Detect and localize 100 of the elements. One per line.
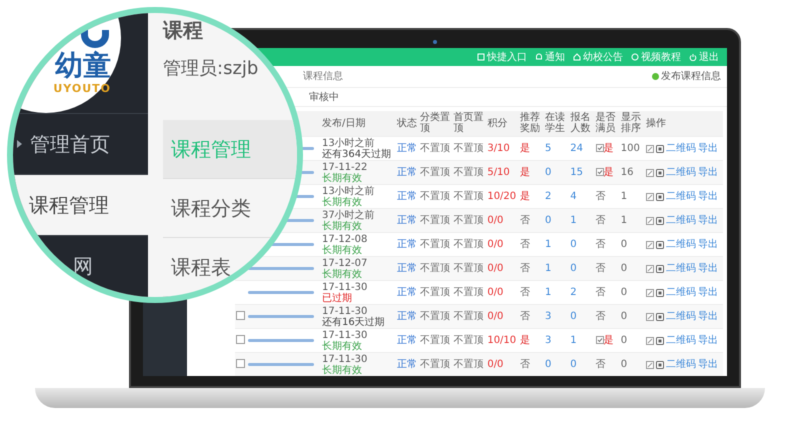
flag-text: 否 <box>596 239 606 250</box>
status-link[interactable]: 正常 <box>396 143 417 154</box>
column-header: 在读学生 <box>544 110 570 136</box>
action-link[interactable]: 二维码 <box>666 311 696 322</box>
status-link[interactable]: 正常 <box>396 239 417 250</box>
section-title: 课程信息 <box>303 70 343 84</box>
table-cell-text: 不置顶 <box>454 359 484 370</box>
action-link[interactable]: 二维码 <box>666 191 696 202</box>
action-link[interactable]: 导出 <box>698 215 718 226</box>
count-link[interactable]: 1 <box>570 335 577 346</box>
action-link[interactable]: 导出 <box>698 311 718 322</box>
status-link[interactable]: 正常 <box>396 287 417 298</box>
top-link[interactable]: 快捷入口 <box>477 50 527 64</box>
action-link[interactable]: 导出 <box>698 239 718 250</box>
row-checkbox[interactable] <box>236 358 245 368</box>
count-link[interactable]: 0 <box>570 239 577 250</box>
count-link[interactable]: 15 <box>570 167 583 178</box>
count-link[interactable]: 3 <box>545 311 552 322</box>
sidebar-item[interactable]: 网 <box>13 235 148 296</box>
row-checkbox[interactable] <box>236 310 245 320</box>
table-cell-text: 不置顶 <box>420 335 450 346</box>
date-text: 17-12-07 <box>322 258 368 268</box>
points-text: 10/20 <box>487 191 516 202</box>
validity-text: 已过期 <box>322 292 353 304</box>
date-text: 13小时之前 <box>322 138 375 148</box>
count-link[interactable]: 0 <box>570 311 577 322</box>
action-link[interactable]: 导出 <box>698 191 718 202</box>
count-link[interactable]: 0 <box>570 359 577 370</box>
top-link[interactable]: 视频教程 <box>631 50 681 64</box>
count-link[interactable]: 1 <box>545 239 552 250</box>
count-link[interactable]: 4 <box>570 191 577 202</box>
edit-icon <box>646 144 654 152</box>
recommend-text: 否 <box>520 311 530 322</box>
flag-text: 是 <box>604 335 614 346</box>
status-link[interactable]: 正常 <box>396 359 417 370</box>
table-cell-text: 0 <box>620 359 628 370</box>
flag-text: 否 <box>596 191 606 202</box>
status-link[interactable]: 正常 <box>396 335 417 346</box>
validity-text: 长期有效 <box>322 244 363 256</box>
count-link[interactable]: 2 <box>570 287 577 298</box>
count-link[interactable]: 24 <box>570 143 583 154</box>
publish-button[interactable]: 发布课程信息 <box>652 69 721 84</box>
action-link[interactable]: 二维码 <box>666 143 696 154</box>
status-link[interactable]: 正常 <box>396 191 417 202</box>
top-link[interactable]: 退出 <box>689 50 719 64</box>
action-link[interactable]: 二维码 <box>666 263 696 274</box>
plus-icon <box>652 72 659 80</box>
top-link[interactable]: 通知 <box>535 50 565 64</box>
date-text: 17-11-30 <box>322 282 368 292</box>
count-link[interactable]: 3 <box>545 335 552 346</box>
action-link[interactable]: 导出 <box>698 167 718 178</box>
submenu-item[interactable]: 课程表 <box>163 238 297 297</box>
action-link[interactable]: 导出 <box>698 287 718 298</box>
count-link[interactable]: 2 <box>545 191 552 202</box>
row-checkbox[interactable] <box>236 334 245 344</box>
status-link[interactable]: 正常 <box>396 263 417 274</box>
count-link[interactable]: 1 <box>570 215 577 226</box>
action-link[interactable]: 二维码 <box>666 359 696 370</box>
action-link[interactable]: 二维码 <box>666 287 696 298</box>
logo-text: 幼童 <box>55 50 111 82</box>
sidebar-item[interactable]: 课程管理 <box>13 174 148 235</box>
action-link[interactable]: 导出 <box>698 359 718 370</box>
count-link[interactable]: 1 <box>545 287 552 298</box>
date-text: 17-12-08 <box>322 234 368 244</box>
count-link[interactable]: 5 <box>545 143 552 154</box>
status-link[interactable]: 正常 <box>396 215 417 226</box>
date-text: 17-11-30 <box>322 330 368 340</box>
count-link[interactable]: 0 <box>570 263 577 274</box>
table-cell-text: 1 <box>620 215 628 226</box>
recommend-text: 否 <box>520 287 530 298</box>
flag-text: 否 <box>596 311 606 322</box>
count-link[interactable]: 0 <box>545 359 552 370</box>
table-cell-text: 不置顶 <box>454 215 484 226</box>
status-link[interactable]: 正常 <box>396 311 417 322</box>
table-cell-text: 0 <box>620 311 628 322</box>
points-text: 0/0 <box>487 215 504 226</box>
action-link[interactable]: 二维码 <box>666 239 696 250</box>
count-link[interactable]: 0 <box>545 215 552 226</box>
filter-tab[interactable]: 审核中 <box>309 90 339 104</box>
action-link[interactable]: 二维码 <box>666 167 696 178</box>
status-link[interactable]: 正常 <box>396 167 417 178</box>
submenu-item[interactable]: 课程分类 <box>163 179 297 238</box>
action-link[interactable]: 导出 <box>698 263 718 274</box>
submenu-item[interactable]: 课程管理 <box>163 120 297 179</box>
count-link[interactable]: 1 <box>545 263 552 274</box>
points-text: 0/0 <box>487 239 504 250</box>
edit-icon <box>646 336 654 344</box>
count-link[interactable]: 0 <box>545 167 552 178</box>
power-icon <box>689 52 697 61</box>
table-cell-text: 100 <box>620 143 640 154</box>
table-cell-text: 1 <box>620 191 628 202</box>
table-cell-text: 不置顶 <box>420 263 450 274</box>
flag-text: 否 <box>596 263 606 274</box>
action-link[interactable]: 二维码 <box>666 215 696 226</box>
action-link[interactable]: 导出 <box>698 143 718 154</box>
action-link[interactable]: 导出 <box>698 335 718 346</box>
edit-icon <box>646 312 654 320</box>
top-link[interactable]: 幼校公告 <box>573 50 623 64</box>
recommend-text: 是 <box>520 191 530 202</box>
action-link[interactable]: 二维码 <box>666 335 696 346</box>
